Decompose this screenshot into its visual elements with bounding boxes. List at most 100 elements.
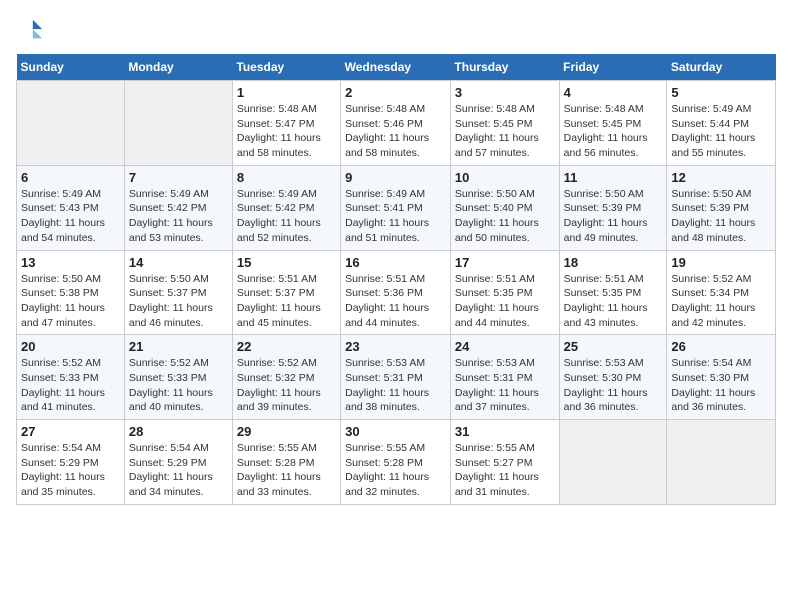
day-cell bbox=[17, 81, 125, 166]
day-number: 10 bbox=[455, 170, 555, 185]
day-detail: Sunrise: 5:49 AMSunset: 5:44 PMDaylight:… bbox=[671, 102, 771, 161]
week-row-3: 13 Sunrise: 5:50 AMSunset: 5:38 PMDayligh… bbox=[17, 250, 776, 335]
day-number: 15 bbox=[237, 255, 336, 270]
week-row-5: 27 Sunrise: 5:54 AMSunset: 5:29 PMDayligh… bbox=[17, 420, 776, 505]
day-detail: Sunrise: 5:55 AMSunset: 5:28 PMDaylight:… bbox=[237, 441, 336, 500]
day-detail: Sunrise: 5:50 AMSunset: 5:37 PMDaylight:… bbox=[129, 272, 228, 331]
day-number: 29 bbox=[237, 424, 336, 439]
header-row: SundayMondayTuesdayWednesdayThursdayFrid… bbox=[17, 54, 776, 81]
day-cell: 22 Sunrise: 5:52 AMSunset: 5:32 PMDayligh… bbox=[232, 335, 340, 420]
day-cell: 1Sunrise: 5:48 AMSunset: 5:47 PMDaylight… bbox=[232, 81, 340, 166]
header-cell-sunday: Sunday bbox=[17, 54, 125, 81]
day-detail: Sunrise: 5:48 AMSunset: 5:45 PMDaylight:… bbox=[455, 102, 555, 161]
day-detail: Sunrise: 5:52 AMSunset: 5:33 PMDaylight:… bbox=[129, 356, 228, 415]
day-number: 28 bbox=[129, 424, 228, 439]
day-number: 23 bbox=[345, 339, 446, 354]
week-row-4: 20 Sunrise: 5:52 AMSunset: 5:33 PMDayligh… bbox=[17, 335, 776, 420]
day-cell: 16Sunrise: 5:51 AMSunset: 5:36 PMDayligh… bbox=[341, 250, 451, 335]
day-number: 9 bbox=[345, 170, 446, 185]
day-detail: Sunrise: 5:49 AMSunset: 5:41 PMDaylight:… bbox=[345, 187, 446, 246]
day-number: 12 bbox=[671, 170, 771, 185]
day-cell: 7Sunrise: 5:49 AMSunset: 5:42 PMDaylight… bbox=[124, 165, 232, 250]
day-number: 5 bbox=[671, 85, 771, 100]
day-cell: 11 Sunrise: 5:50 AMSunset: 5:39 PMDayligh… bbox=[559, 165, 667, 250]
day-detail: Sunrise: 5:50 AMSunset: 5:39 PMDaylight:… bbox=[564, 187, 663, 246]
day-cell: 13 Sunrise: 5:50 AMSunset: 5:38 PMDayligh… bbox=[17, 250, 125, 335]
day-number: 27 bbox=[21, 424, 120, 439]
day-cell: 14 Sunrise: 5:50 AMSunset: 5:37 PMDayligh… bbox=[124, 250, 232, 335]
page-header bbox=[16, 16, 776, 44]
logo bbox=[16, 16, 48, 44]
day-number: 22 bbox=[237, 339, 336, 354]
day-cell: 12 Sunrise: 5:50 AMSunset: 5:39 PMDayligh… bbox=[667, 165, 776, 250]
day-detail: Sunrise: 5:48 AMSunset: 5:45 PMDaylight:… bbox=[564, 102, 663, 161]
day-cell: 18Sunrise: 5:51 AMSunset: 5:35 PMDayligh… bbox=[559, 250, 667, 335]
week-row-2: 6 Sunrise: 5:49 AMSunset: 5:43 PMDaylight… bbox=[17, 165, 776, 250]
day-detail: Sunrise: 5:52 AMSunset: 5:33 PMDaylight:… bbox=[21, 356, 120, 415]
day-number: 30 bbox=[345, 424, 446, 439]
day-cell: 10 Sunrise: 5:50 AMSunset: 5:40 PMDayligh… bbox=[450, 165, 559, 250]
day-detail: Sunrise: 5:52 AMSunset: 5:34 PMDaylight:… bbox=[671, 272, 771, 331]
day-number: 24 bbox=[455, 339, 555, 354]
day-cell bbox=[124, 81, 232, 166]
calendar-body: 1Sunrise: 5:48 AMSunset: 5:47 PMDaylight… bbox=[17, 81, 776, 505]
day-cell: 2Sunrise: 5:48 AMSunset: 5:46 PMDaylight… bbox=[341, 81, 451, 166]
day-detail: Sunrise: 5:49 AMSunset: 5:43 PMDaylight:… bbox=[21, 187, 120, 246]
day-cell: 26 Sunrise: 5:54 AMSunset: 5:30 PMDayligh… bbox=[667, 335, 776, 420]
day-cell: 21 Sunrise: 5:52 AMSunset: 5:33 PMDayligh… bbox=[124, 335, 232, 420]
day-cell: 4 Sunrise: 5:48 AMSunset: 5:45 PMDaylight… bbox=[559, 81, 667, 166]
day-detail: Sunrise: 5:51 AMSunset: 5:36 PMDaylight:… bbox=[345, 272, 446, 331]
day-cell: 30 Sunrise: 5:55 AMSunset: 5:28 PMDayligh… bbox=[341, 420, 451, 505]
day-cell: 9 Sunrise: 5:49 AMSunset: 5:41 PMDaylight… bbox=[341, 165, 451, 250]
header-cell-tuesday: Tuesday bbox=[232, 54, 340, 81]
day-detail: Sunrise: 5:51 AMSunset: 5:35 PMDaylight:… bbox=[564, 272, 663, 331]
day-detail: Sunrise: 5:54 AMSunset: 5:29 PMDaylight:… bbox=[129, 441, 228, 500]
day-cell: 15Sunrise: 5:51 AMSunset: 5:37 PMDayligh… bbox=[232, 250, 340, 335]
day-detail: Sunrise: 5:50 AMSunset: 5:40 PMDaylight:… bbox=[455, 187, 555, 246]
day-number: 25 bbox=[564, 339, 663, 354]
header-cell-monday: Monday bbox=[124, 54, 232, 81]
day-number: 20 bbox=[21, 339, 120, 354]
day-number: 13 bbox=[21, 255, 120, 270]
day-number: 11 bbox=[564, 170, 663, 185]
header-cell-thursday: Thursday bbox=[450, 54, 559, 81]
day-number: 26 bbox=[671, 339, 771, 354]
week-row-1: 1Sunrise: 5:48 AMSunset: 5:47 PMDaylight… bbox=[17, 81, 776, 166]
day-detail: Sunrise: 5:55 AMSunset: 5:28 PMDaylight:… bbox=[345, 441, 446, 500]
day-detail: Sunrise: 5:50 AMSunset: 5:39 PMDaylight:… bbox=[671, 187, 771, 246]
day-detail: Sunrise: 5:50 AMSunset: 5:38 PMDaylight:… bbox=[21, 272, 120, 331]
day-cell: 3 Sunrise: 5:48 AMSunset: 5:45 PMDaylight… bbox=[450, 81, 559, 166]
day-cell: 5 Sunrise: 5:49 AMSunset: 5:44 PMDaylight… bbox=[667, 81, 776, 166]
day-cell: 31 Sunrise: 5:55 AMSunset: 5:27 PMDayligh… bbox=[450, 420, 559, 505]
day-number: 2 bbox=[345, 85, 446, 100]
day-number: 19 bbox=[671, 255, 771, 270]
day-detail: Sunrise: 5:55 AMSunset: 5:27 PMDaylight:… bbox=[455, 441, 555, 500]
day-detail: Sunrise: 5:49 AMSunset: 5:42 PMDaylight:… bbox=[237, 187, 336, 246]
day-cell: 8Sunrise: 5:49 AMSunset: 5:42 PMDaylight… bbox=[232, 165, 340, 250]
day-detail: Sunrise: 5:52 AMSunset: 5:32 PMDaylight:… bbox=[237, 356, 336, 415]
day-cell: 17Sunrise: 5:51 AMSunset: 5:35 PMDayligh… bbox=[450, 250, 559, 335]
day-number: 21 bbox=[129, 339, 228, 354]
day-detail: Sunrise: 5:53 AMSunset: 5:30 PMDaylight:… bbox=[564, 356, 663, 415]
day-number: 14 bbox=[129, 255, 228, 270]
day-detail: Sunrise: 5:48 AMSunset: 5:47 PMDaylight:… bbox=[237, 102, 336, 161]
day-cell: 29 Sunrise: 5:55 AMSunset: 5:28 PMDayligh… bbox=[232, 420, 340, 505]
day-cell: 25 Sunrise: 5:53 AMSunset: 5:30 PMDayligh… bbox=[559, 335, 667, 420]
day-number: 4 bbox=[564, 85, 663, 100]
day-cell: 20 Sunrise: 5:52 AMSunset: 5:33 PMDayligh… bbox=[17, 335, 125, 420]
day-cell: 24 Sunrise: 5:53 AMSunset: 5:31 PMDayligh… bbox=[450, 335, 559, 420]
day-number: 31 bbox=[455, 424, 555, 439]
calendar-table: SundayMondayTuesdayWednesdayThursdayFrid… bbox=[16, 54, 776, 505]
day-cell bbox=[559, 420, 667, 505]
day-cell: 27 Sunrise: 5:54 AMSunset: 5:29 PMDayligh… bbox=[17, 420, 125, 505]
calendar-header: SundayMondayTuesdayWednesdayThursdayFrid… bbox=[17, 54, 776, 81]
day-number: 3 bbox=[455, 85, 555, 100]
day-detail: Sunrise: 5:53 AMSunset: 5:31 PMDaylight:… bbox=[455, 356, 555, 415]
day-cell bbox=[667, 420, 776, 505]
day-detail: Sunrise: 5:54 AMSunset: 5:30 PMDaylight:… bbox=[671, 356, 771, 415]
day-detail: Sunrise: 5:54 AMSunset: 5:29 PMDaylight:… bbox=[21, 441, 120, 500]
day-cell: 19 Sunrise: 5:52 AMSunset: 5:34 PMDayligh… bbox=[667, 250, 776, 335]
day-number: 6 bbox=[21, 170, 120, 185]
day-detail: Sunrise: 5:49 AMSunset: 5:42 PMDaylight:… bbox=[129, 187, 228, 246]
day-cell: 28 Sunrise: 5:54 AMSunset: 5:29 PMDayligh… bbox=[124, 420, 232, 505]
